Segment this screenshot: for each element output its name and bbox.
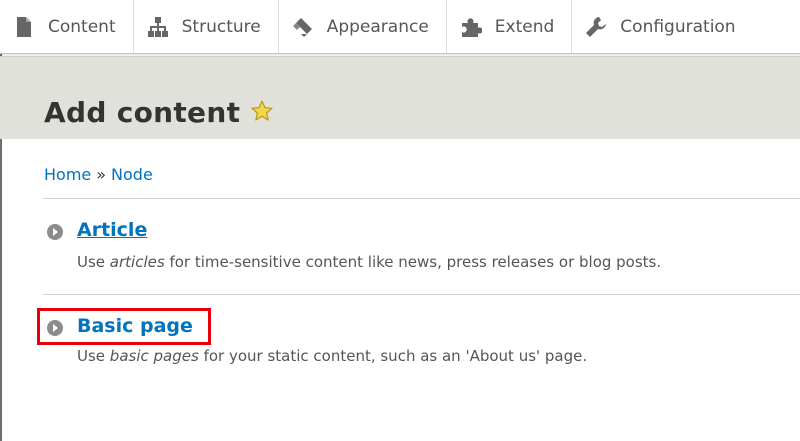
toolbar-item-label: Appearance bbox=[326, 16, 429, 37]
paintbrush-icon bbox=[292, 17, 312, 37]
divider bbox=[43, 294, 800, 295]
content-type-description: Use basic pages for your static content,… bbox=[77, 347, 587, 365]
arrow-circle-icon bbox=[47, 224, 63, 240]
star-icon[interactable] bbox=[250, 99, 274, 123]
content-type-description: Use articles for time-sensitive content … bbox=[77, 253, 661, 271]
breadcrumb: Home » Node bbox=[44, 165, 153, 184]
description-text: for your static content, such as an 'Abo… bbox=[198, 347, 588, 365]
puzzle-icon bbox=[461, 17, 482, 37]
toolbar-item-appearance[interactable]: Appearance bbox=[279, 0, 447, 53]
wrench-icon bbox=[586, 16, 607, 37]
breadcrumb-separator: » bbox=[96, 165, 107, 184]
page-icon bbox=[17, 16, 31, 37]
description-emphasis: basic pages bbox=[109, 347, 199, 365]
description-emphasis: articles bbox=[109, 253, 165, 271]
toolbar-item-label: Content bbox=[48, 16, 116, 37]
description-text: Use bbox=[77, 253, 110, 271]
content-type-link-article[interactable]: Article bbox=[77, 219, 147, 241]
divider bbox=[43, 198, 800, 199]
description-text: Use bbox=[77, 347, 110, 365]
admin-toolbar: Content Structure Appearance Extend Conf… bbox=[0, 0, 800, 54]
toolbar-item-structure[interactable]: Structure bbox=[134, 0, 279, 53]
toolbar-item-label: Configuration bbox=[620, 16, 736, 37]
toolbar-item-label: Extend bbox=[494, 16, 555, 37]
toolbar-item-content[interactable]: Content bbox=[0, 0, 134, 53]
breadcrumb-node-link[interactable]: Node bbox=[111, 165, 153, 184]
page-header: Add content bbox=[0, 56, 800, 139]
toolbar-item-label: Structure bbox=[181, 16, 261, 37]
description-text: for time-sensitive content like news, pr… bbox=[164, 253, 662, 271]
highlight-box bbox=[37, 308, 211, 345]
page-title: Add content bbox=[44, 96, 241, 129]
sitemap-icon bbox=[147, 16, 168, 37]
toolbar-item-configuration[interactable]: Configuration bbox=[572, 0, 752, 53]
breadcrumb-home-link[interactable]: Home bbox=[44, 165, 91, 184]
toolbar-item-extend[interactable]: Extend bbox=[447, 0, 573, 53]
